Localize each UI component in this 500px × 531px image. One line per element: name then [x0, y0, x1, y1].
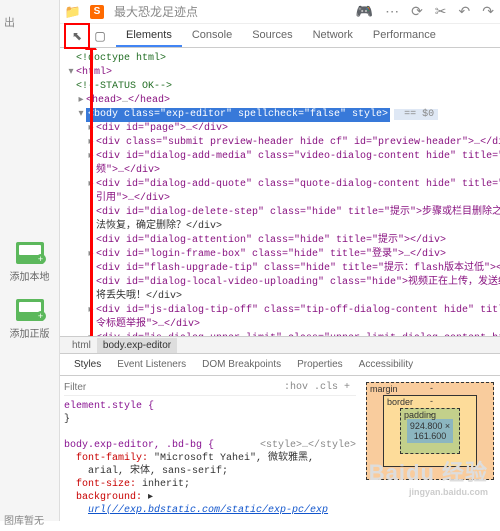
dom-node[interactable]: <div id="dialog-attention" class="hide" …: [66, 234, 494, 248]
inspect-element-button[interactable]: ⬉: [67, 26, 87, 46]
back-icon[interactable]: ↶: [459, 3, 471, 20]
dom-node[interactable]: ▸<div id="login-frame-box" class="hide" …: [66, 248, 494, 262]
breadcrumb: html body.exp-editor: [60, 336, 500, 354]
tab-elements[interactable]: Elements: [116, 25, 182, 47]
add-rule-button[interactable]: +: [344, 382, 350, 393]
expand-toggle[interactable]: ▾: [76, 108, 86, 122]
tab-network[interactable]: Network: [303, 25, 363, 47]
menu-icon[interactable]: ⋯: [385, 3, 399, 20]
dom-node[interactable]: <div id="dialog-delete-step" class="hide…: [66, 206, 494, 220]
dom-node-selected[interactable]: ▾<body class="exp-editor" spellcheck="fa…: [66, 108, 494, 122]
watermark: Baidu 经验 jingyan.baidu.com: [369, 455, 488, 497]
css-rules[interactable]: :hov .cls + element.style { } body.exp-e…: [60, 376, 360, 521]
cls-toggle[interactable]: .cls: [314, 382, 338, 393]
tab-styles[interactable]: Styles: [66, 356, 109, 373]
annotation-arrow: [90, 48, 93, 336]
box-model: margin - border - padding - 924.800 × 16…: [360, 376, 500, 521]
hov-toggle[interactable]: :hov: [284, 382, 308, 393]
dom-node[interactable]: ▸<div class="submit preview-header hide …: [66, 136, 494, 150]
refresh-icon[interactable]: ⟳: [411, 3, 423, 20]
expand-toggle[interactable]: ▾: [66, 66, 76, 80]
image-plus-icon: [16, 242, 44, 264]
tab-performance[interactable]: Performance: [363, 25, 446, 47]
dom-node[interactable]: ▸<div id="dialog-add-media" class="video…: [66, 150, 494, 164]
dom-node[interactable]: <!--STATUS OK-->: [66, 80, 494, 94]
export-label: 出: [0, 10, 59, 34]
filter-input[interactable]: [64, 382, 284, 393]
styles-tabs: Styles Event Listeners DOM Breakpoints P…: [60, 354, 500, 376]
crumb-html[interactable]: html: [66, 338, 97, 353]
dom-node[interactable]: <div id="flash-upgrade-tip" class="hide"…: [66, 262, 494, 276]
add-licensed-button[interactable]: 添加正版: [0, 291, 59, 348]
dom-node[interactable]: ▸<div id="dialog-add-quote" class="quote…: [66, 178, 494, 192]
app-sidebar: 出 添加本地 添加正版 图库暂无: [0, 0, 60, 521]
dom-node[interactable]: ▸<div id="js-dialog-tip-off" class="tip-…: [66, 304, 494, 318]
tab-properties[interactable]: Properties: [289, 356, 351, 373]
game-icon[interactable]: 🎮: [356, 3, 373, 20]
forward-icon[interactable]: ↷: [482, 3, 494, 20]
gallery-empty-label: 图库暂无: [0, 508, 59, 531]
tab-dom-breakpoints[interactable]: DOM Breakpoints: [194, 356, 289, 373]
site-icon: S: [90, 5, 104, 19]
expand-toggle[interactable]: ▸: [76, 94, 86, 108]
dom-node[interactable]: ▸<head>…</head>: [66, 94, 494, 108]
folder-icon[interactable]: 📁: [66, 5, 80, 19]
tab-accessibility[interactable]: Accessibility: [351, 356, 421, 373]
tab-event-listeners[interactable]: Event Listeners: [109, 356, 194, 373]
device-toggle-button[interactable]: ▢: [90, 26, 110, 46]
tab-console[interactable]: Console: [182, 25, 242, 47]
tab-sources[interactable]: Sources: [242, 25, 302, 47]
dom-node[interactable]: <!doctype html>: [66, 52, 494, 66]
add-local-button[interactable]: 添加本地: [0, 234, 59, 291]
dom-node[interactable]: ▸<div id="js-dialog-upper-limit" class="…: [66, 332, 494, 336]
dom-node[interactable]: <div id="dialog-local-video-uploading" c…: [66, 276, 494, 290]
devtools-toolbar: ⬉ ▢ Elements Console Sources Network Per…: [60, 24, 500, 48]
styles-panel: :hov .cls + element.style { } body.exp-e…: [60, 376, 500, 521]
box-content-size: 924.800 × 161.600: [407, 419, 453, 443]
cut-icon[interactable]: ✂: [435, 3, 447, 20]
page-title: 最大恐龙足迹点: [114, 3, 198, 20]
devtools-tabs: Elements Console Sources Network Perform…: [116, 25, 446, 47]
dom-tree-panel[interactable]: <!doctype html> ▾<html> <!--STATUS OK-->…: [60, 48, 500, 336]
annotation-highlight: ⬉: [64, 23, 90, 49]
image-plus-icon: [16, 299, 44, 321]
dom-node[interactable]: ▸<div id="page">…</div>: [66, 122, 494, 136]
crumb-body[interactable]: body.exp-editor: [97, 338, 177, 353]
devtools-panel: ⬉ ▢ Elements Console Sources Network Per…: [60, 24, 500, 521]
browser-top-bar: 📁 S 最大恐龙足迹点 🎮 ⋯ ⟳ ✂ ↶ ↷: [60, 0, 500, 24]
